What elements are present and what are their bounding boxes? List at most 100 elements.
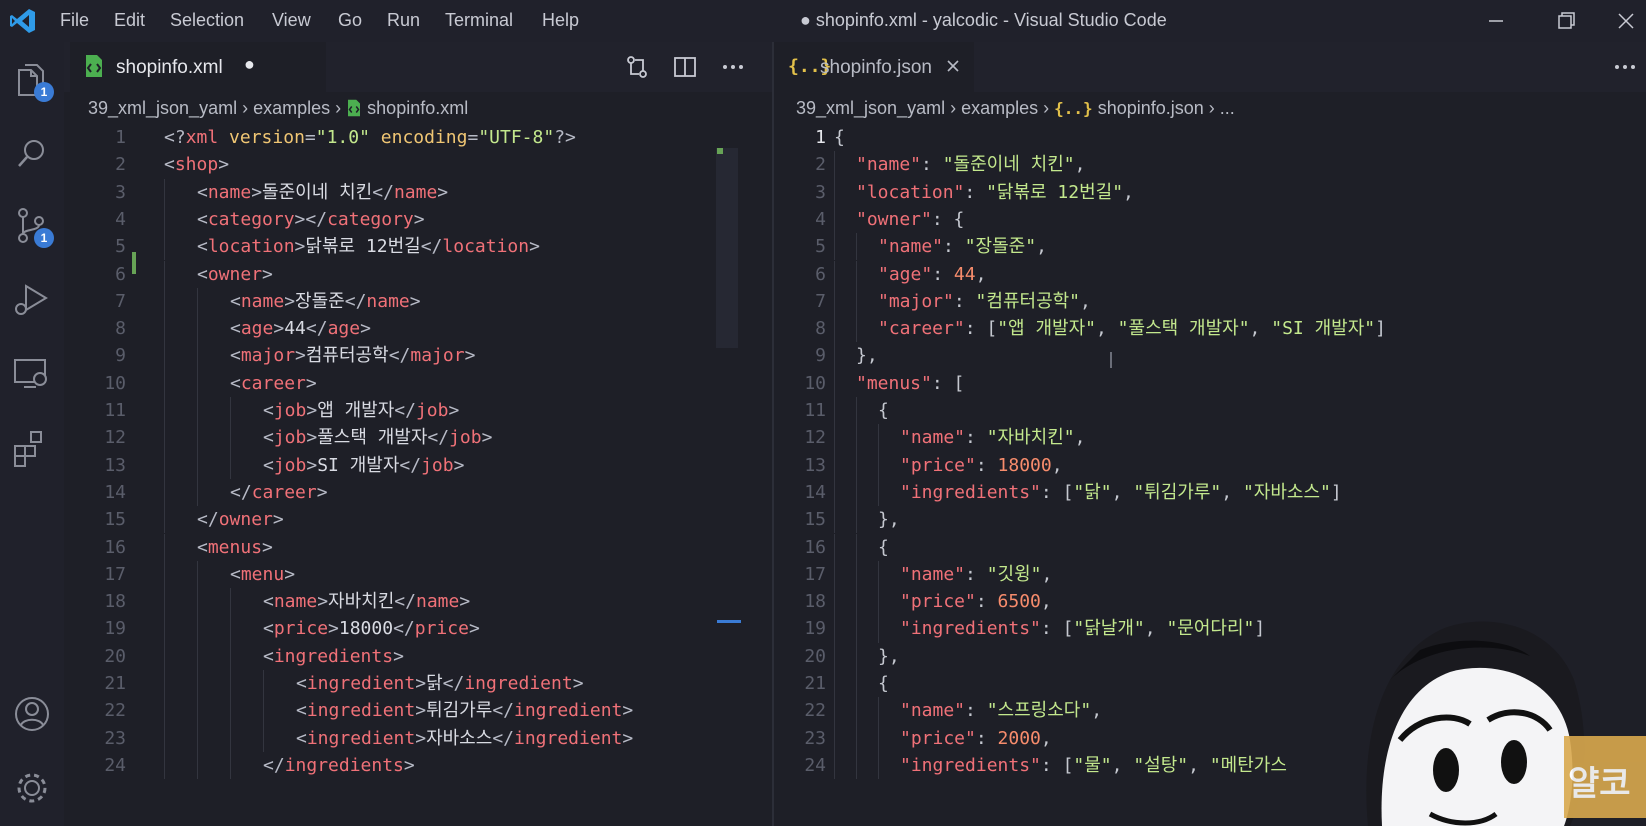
tab-shopinfo-json[interactable]: {..} shopinfo.json xyxy=(774,42,974,92)
open-changes-icon[interactable] xyxy=(624,54,650,80)
code-line[interactable]: 7 <name>장돌준</name> xyxy=(64,287,772,316)
code-token: "age" xyxy=(878,263,933,285)
restore-icon[interactable] xyxy=(1546,4,1586,38)
code-text: { xyxy=(878,670,889,697)
code-line[interactable]: 13 <job>SI 개발자</job> xyxy=(64,451,772,479)
code-line[interactable]: 24 </ingredients> xyxy=(64,751,772,780)
code-text: <ingredients> xyxy=(263,643,404,670)
menu-file[interactable]: File xyxy=(60,10,89,31)
run-debug-button[interactable] xyxy=(10,278,54,322)
code-line[interactable]: 2 "name": "돌준이네 치킨", xyxy=(774,151,1646,179)
more-actions-icon[interactable] xyxy=(1612,54,1638,80)
code-line[interactable]: 11 { xyxy=(774,397,1646,425)
code-token: < xyxy=(197,181,208,203)
code-line[interactable]: 9 <major>컴퓨터공학</major> xyxy=(64,342,772,370)
code-line[interactable]: 3 "location": "닭볶로 12번길", xyxy=(774,178,1646,206)
code-token: 돌준이네 치킨 xyxy=(262,181,373,203)
code-line[interactable]: 8 <age>44</age> xyxy=(64,315,772,343)
menu-run[interactable]: Run xyxy=(387,10,420,31)
breadcrumb-folder[interactable]: examples xyxy=(253,98,330,118)
menu-help[interactable]: Help xyxy=(542,10,579,31)
code-line[interactable]: 12 "name": "자바치킨", xyxy=(774,424,1646,452)
code-token: name xyxy=(393,181,438,203)
code-text: <category></category> xyxy=(197,206,425,233)
code-line[interactable]: 17 <menu> xyxy=(64,560,772,589)
code-text: <career> xyxy=(230,370,317,397)
breadcrumb-file[interactable]: shopinfo.xml xyxy=(367,98,468,118)
code-line[interactable]: 15}, xyxy=(774,506,1646,534)
code-line[interactable]: 16 { xyxy=(774,533,1646,561)
code-line[interactable]: 11 <job>앱 개발자</job> xyxy=(64,397,772,425)
code-line[interactable]: 1{ xyxy=(774,124,1646,151)
code-token: career xyxy=(240,372,306,394)
code-line[interactable]: 6 "age": 44, xyxy=(774,260,1646,288)
code-line[interactable]: 15 </owner> xyxy=(64,506,772,534)
close-window-icon[interactable] xyxy=(1606,4,1646,38)
code-line[interactable]: 16 <menus> xyxy=(64,533,772,561)
minimap-slider[interactable] xyxy=(716,148,738,348)
code-token: "닭날개" xyxy=(1073,618,1145,640)
code-line[interactable]: 20 <ingredients> xyxy=(64,642,772,670)
breadcrumb-file[interactable]: shopinfo.json xyxy=(1098,98,1204,118)
code-line[interactable]: 4 <category></category> xyxy=(64,205,772,234)
code-line[interactable]: 21 <ingredient>닭</ingredient> xyxy=(64,670,772,698)
code-line[interactable]: 22 <ingredient>튀김가루</ingredient> xyxy=(64,697,772,725)
remote-explorer-button[interactable] xyxy=(10,352,54,396)
code-line[interactable]: 2 <shop> xyxy=(64,151,772,178)
code-line[interactable]: 19 <price>18000</price> xyxy=(64,615,772,643)
more-actions-icon[interactable] xyxy=(720,54,746,80)
code-line[interactable]: 18 "price": 6500, xyxy=(774,588,1646,616)
unsaved-dot-icon: ● xyxy=(244,54,255,74)
tab-shopinfo-xml[interactable]: shopinfo.xml ● xyxy=(70,42,326,92)
code-token: "career" xyxy=(878,318,965,340)
search-button[interactable] xyxy=(10,132,54,176)
code-line[interactable]: 23 <ingredient>자바소스</ingredient> xyxy=(64,724,772,752)
code-line[interactable]: 10 "menus": [ xyxy=(774,369,1646,397)
breadcrumb-folder[interactable]: 39_xml_json_yaml xyxy=(88,98,237,118)
source-control-button[interactable]: 1 xyxy=(10,204,54,248)
code-line[interactable]: 7 "major": "컴퓨터공학", xyxy=(774,287,1646,316)
code-line[interactable]: 18 <name>자바치킨</name> xyxy=(64,588,772,616)
breadcrumb-symbol[interactable]: ... xyxy=(1220,98,1235,118)
indent-guide xyxy=(834,506,835,534)
code-line[interactable]: 5 "name": "장돌준", xyxy=(774,233,1646,261)
code-line[interactable]: 5 <location>닭볶로 12번길</location> xyxy=(64,233,772,261)
close-tab-icon[interactable] xyxy=(946,59,960,73)
line-number: 22 xyxy=(104,700,126,722)
explorer-button[interactable]: 1 xyxy=(10,58,54,102)
code-line[interactable]: 12 <job>풀스택 개발자</job> xyxy=(64,424,772,452)
menu-selection[interactable]: Selection xyxy=(170,10,244,31)
line-number: 4 xyxy=(115,208,126,230)
code-line[interactable]: 14 </career> xyxy=(64,478,772,507)
line-number: 2 xyxy=(115,154,126,176)
split-editor-icon[interactable] xyxy=(672,54,698,80)
code-token: > xyxy=(464,345,476,367)
code-line[interactable]: 1 <?xml version="1.0" encoding="UTF-8"?> xyxy=(64,124,772,151)
extensions-button[interactable] xyxy=(10,426,54,470)
code-line[interactable]: 6 <owner> xyxy=(64,260,772,288)
code-line[interactable]: 14 "ingredients": ["닭", "튀김가루", "자바소스"] xyxy=(774,478,1646,507)
minimize-icon[interactable] xyxy=(1476,4,1516,38)
code-token: 자바소스 xyxy=(426,727,493,749)
chevron-right-icon: › xyxy=(1208,98,1220,118)
menu-view[interactable]: View xyxy=(272,10,311,31)
indent-guide xyxy=(164,506,165,534)
menu-terminal[interactable]: Terminal xyxy=(445,10,513,31)
code-line[interactable]: 9}, xyxy=(774,342,1646,370)
left-code-area[interactable]: 1 <?xml version="1.0" encoding="UTF-8"?> 2… xyxy=(64,124,772,824)
breadcrumb-folder[interactable]: examples xyxy=(961,98,1038,118)
code-line[interactable]: 10 <career> xyxy=(64,369,772,397)
indent-guide xyxy=(834,151,835,179)
menu-edit[interactable]: Edit xyxy=(114,10,145,31)
code-line[interactable]: 17 "name": "깃윙", xyxy=(774,560,1646,589)
code-line[interactable]: 4 "owner": { xyxy=(774,205,1646,234)
breadcrumb-folder[interactable]: 39_xml_json_yaml xyxy=(796,98,945,118)
indent-guide xyxy=(856,615,857,643)
menu-go[interactable]: Go xyxy=(338,10,362,31)
code-line[interactable]: 13 "price": 18000, xyxy=(774,451,1646,479)
code-line[interactable]: 3 <name>돌준이네 치킨</name> xyxy=(64,178,772,206)
manage-button[interactable] xyxy=(10,766,54,810)
code-line[interactable]: 8 "career": ["앱 개발자", "풀스택 개발자", "SI 개발자"… xyxy=(774,315,1646,343)
accounts-button[interactable] xyxy=(10,692,54,736)
indent-guide xyxy=(834,315,835,343)
